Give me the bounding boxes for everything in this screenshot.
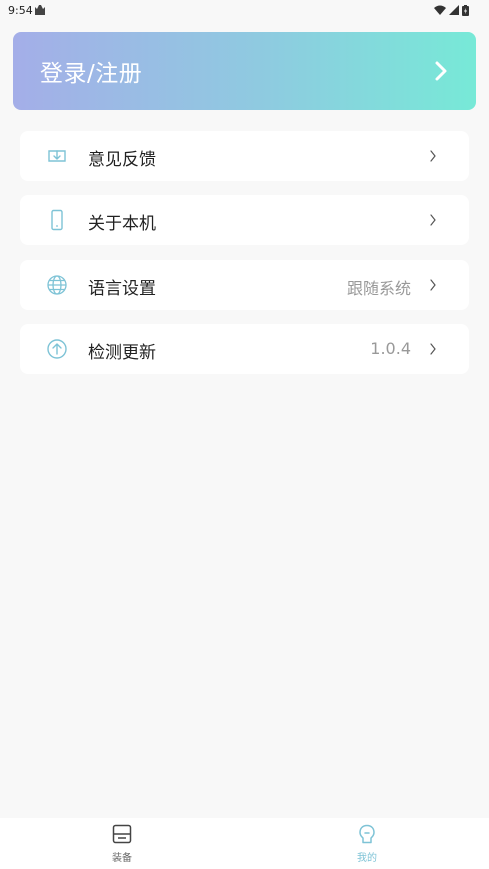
menu-item-label: 意见反馈 bbox=[88, 150, 156, 170]
chevron-right-icon bbox=[430, 343, 436, 355]
cat-notification-icon bbox=[35, 5, 45, 15]
tab-equipment[interactable]: 装备 bbox=[62, 818, 182, 869]
menu-item-label: 检测更新 bbox=[88, 343, 156, 363]
phone-icon bbox=[51, 209, 63, 231]
feedback-icon bbox=[48, 150, 66, 162]
chevron-right-icon bbox=[430, 150, 436, 162]
menu-item-check-update[interactable]: 检测更新 1.0.4 bbox=[20, 324, 469, 374]
status-time: 9:54 bbox=[8, 4, 33, 17]
status-icons bbox=[434, 4, 469, 16]
bottom-navigation: 装备 我的 bbox=[0, 818, 489, 869]
status-bar: 9:54 bbox=[0, 0, 489, 22]
wifi-icon bbox=[434, 5, 446, 15]
chevron-right-icon bbox=[435, 61, 447, 81]
signal-icon bbox=[449, 5, 459, 15]
version-value: 1.0.4 bbox=[370, 339, 411, 358]
tab-label: 装备 bbox=[112, 853, 132, 864]
battery-icon bbox=[462, 4, 469, 16]
menu-item-about-device[interactable]: 关于本机 bbox=[20, 195, 469, 245]
menu-item-language[interactable]: 语言设置 跟随系统 bbox=[20, 260, 469, 310]
profile-icon bbox=[359, 824, 375, 844]
chevron-right-icon bbox=[430, 214, 436, 226]
tab-mine[interactable]: 我的 bbox=[307, 818, 427, 869]
menu-item-label: 语言设置 bbox=[88, 279, 156, 299]
update-arrow-icon bbox=[47, 339, 67, 359]
menu-item-label: 关于本机 bbox=[88, 214, 156, 234]
tab-label: 我的 bbox=[357, 853, 377, 864]
menu-item-feedback[interactable]: 意见反馈 bbox=[20, 131, 469, 181]
chevron-right-icon bbox=[430, 279, 436, 291]
login-register-banner[interactable]: 登录/注册 bbox=[13, 32, 476, 110]
language-value: 跟随系统 bbox=[346, 279, 411, 298]
globe-icon bbox=[47, 275, 67, 295]
device-icon bbox=[112, 824, 132, 844]
login-register-label: 登录/注册 bbox=[40, 61, 143, 87]
